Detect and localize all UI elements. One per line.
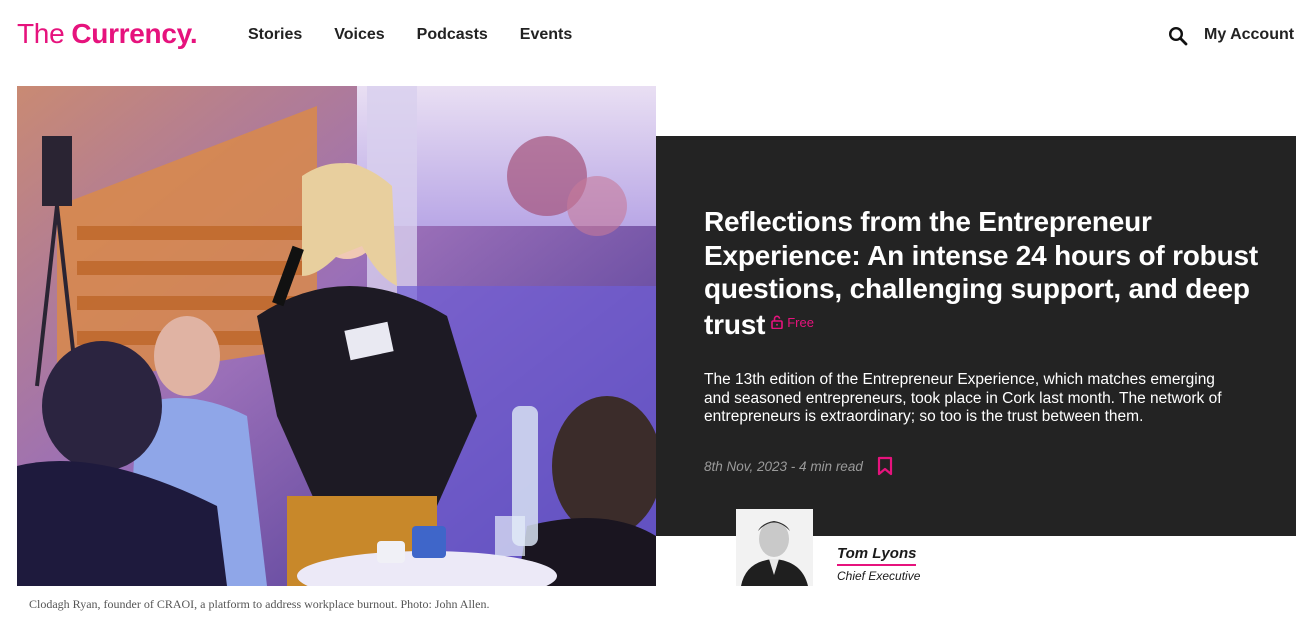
hero-image[interactable] xyxy=(17,86,656,586)
author-avatar[interactable] xyxy=(736,509,813,586)
nav-voices[interactable]: Voices xyxy=(334,24,384,46)
bookmark-icon[interactable] xyxy=(877,456,893,476)
article-meta: 8th Nov, 2023 - 4 min read xyxy=(704,456,893,476)
publish-date-readtime: 8th Nov, 2023 - 4 min read xyxy=(704,458,863,474)
author-name-link[interactable]: Tom Lyons xyxy=(837,545,917,566)
unlock-icon xyxy=(771,315,784,330)
author-portrait xyxy=(736,509,813,586)
image-caption: Clodagh Ryan, founder of CRAOI, a platfo… xyxy=(29,597,490,611)
logo-currency: Currency. xyxy=(71,18,198,49)
free-badge: Free xyxy=(771,306,814,340)
main-nav: Stories Voices Podcasts Events xyxy=(248,24,604,46)
nav-events[interactable]: Events xyxy=(520,24,572,46)
article-headline[interactable]: Reflections from the Entrepreneur Experi… xyxy=(704,205,1264,341)
article-standfirst: The 13th edition of the Entrepreneur Exp… xyxy=(704,371,1222,425)
hero-photo-illustration xyxy=(17,86,656,586)
nav-stories[interactable]: Stories xyxy=(248,24,302,46)
my-account-link[interactable]: My Account xyxy=(1204,24,1294,46)
author-role: Chief Executive xyxy=(837,569,921,583)
nav-podcasts[interactable]: Podcasts xyxy=(417,24,488,46)
search-icon[interactable] xyxy=(1168,26,1188,46)
site-header: The Currency. Stories Voices Podcasts Ev… xyxy=(0,0,1307,72)
logo-the: The xyxy=(17,18,65,49)
site-logo[interactable]: The Currency. xyxy=(17,17,198,51)
free-label: Free xyxy=(787,314,814,330)
